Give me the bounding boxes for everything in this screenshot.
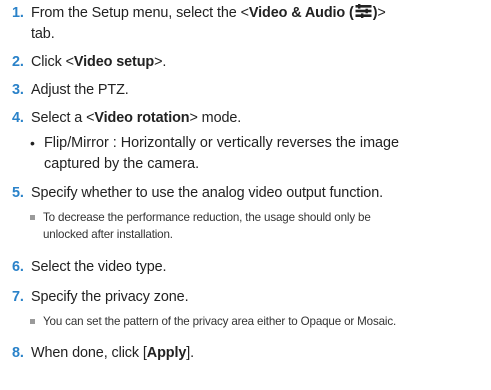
step-6: 6. Select the video type.	[12, 257, 485, 278]
note-item: You can set the pattern of the privacy a…	[30, 313, 485, 330]
manual-page: 1. From the Setup menu, select the <Video…	[0, 0, 491, 390]
menu-name: Video setup	[73, 54, 155, 70]
step-number: 3.	[12, 82, 24, 98]
step-number: 5.	[12, 185, 24, 201]
step-3: 3. Adjust the PTZ.	[12, 80, 485, 101]
step-2: 2. Click <Video setup>.	[12, 52, 485, 73]
step-5: 5. Specify whether to use the analog vide…	[12, 183, 485, 204]
step-number: 7.	[12, 289, 24, 305]
video-audio-settings-icon	[355, 4, 372, 18]
menu-name: Video rotation	[94, 110, 190, 126]
note-item: To decrease the performance reduction, t…	[30, 209, 485, 243]
bullet-item: • Flip/Mirror : Horizontally or vertical…	[30, 135, 400, 172]
step-number: 8.	[12, 345, 24, 361]
bullet-dot: •	[30, 135, 35, 151]
step-number: 1.	[12, 5, 24, 21]
step-8: 8. When done, click [Apply].	[12, 343, 485, 364]
step-number: 2.	[12, 54, 24, 70]
note-marker	[30, 319, 35, 324]
apply-label: Apply	[146, 345, 187, 361]
step-number: 6.	[12, 259, 24, 275]
step-number: 4.	[12, 110, 24, 126]
note-marker	[30, 215, 35, 220]
step-7: 7. Specify the privacy zone.	[12, 287, 485, 308]
step-4: 4. Select a <Video rotation> mode.	[12, 108, 485, 129]
menu-name: Video & Audio (	[248, 5, 354, 21]
step-1: 1. From the Setup menu, select the <Video…	[12, 4, 386, 42]
